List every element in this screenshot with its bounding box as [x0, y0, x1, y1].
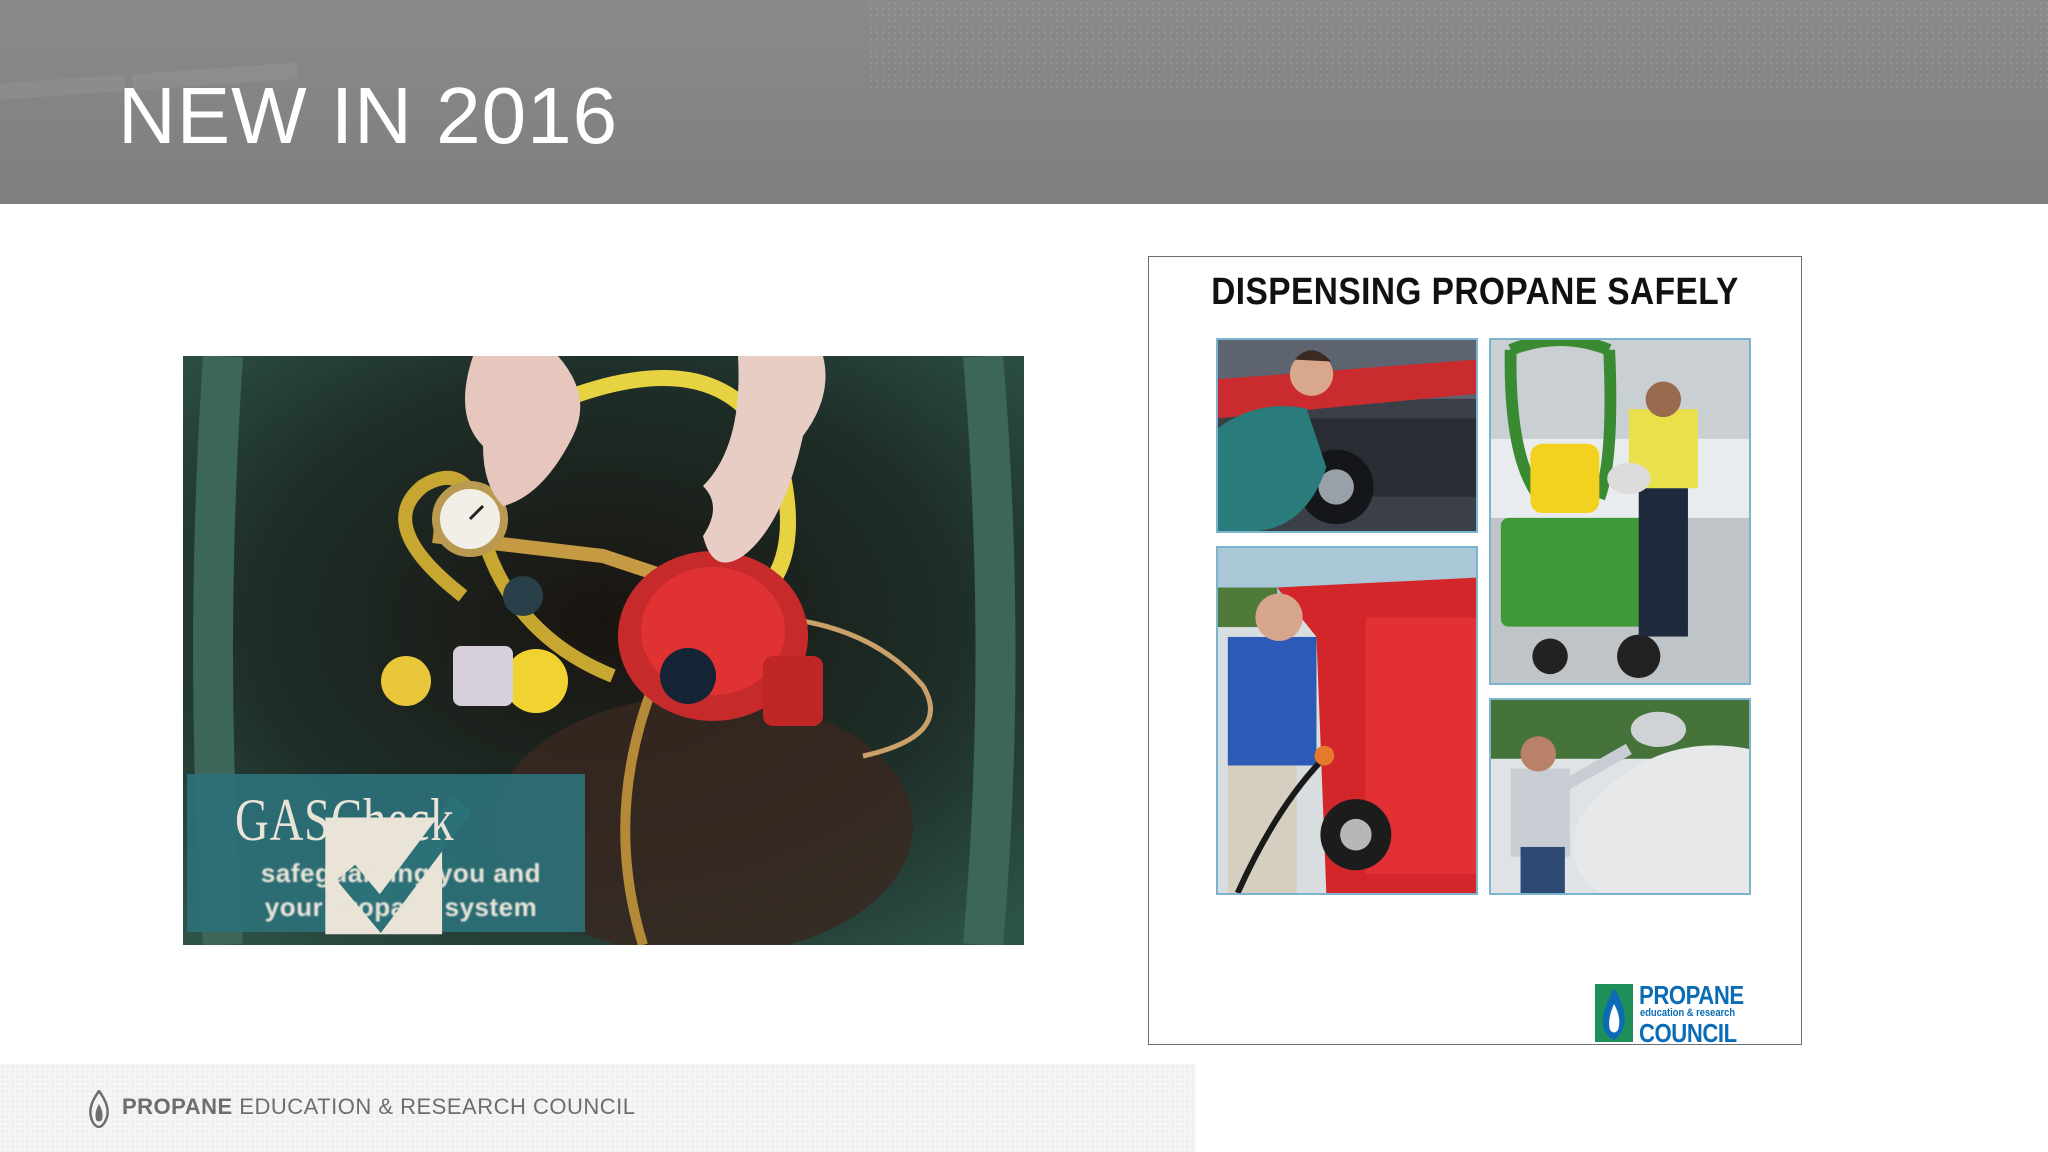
gascheck-overlay: GASCheck safeguarding you and your propa… [187, 774, 585, 935]
gascheck-tagline-line1: safeguarding you and [260, 858, 542, 888]
photo-cylinder-refuel [1489, 698, 1751, 895]
header-texture [868, 0, 2048, 92]
slide-title: NEW IN 2016 [118, 71, 619, 160]
gascheck-logo-text: GASCheck [235, 787, 455, 853]
brochure-cover: DISPENSING PROPANE SAFELY PROPANE educat… [1148, 256, 1802, 1048]
footer-org-name: PROPANE EDUCATION & RESEARCH COUNCIL [122, 1094, 636, 1120]
photo-pickup-refuel [1216, 546, 1478, 895]
photo-truck-refuel [1216, 338, 1478, 533]
slide-footer: PROPANE EDUCATION & RESEARCH COUNCIL [0, 1064, 1196, 1152]
footer-org-rest: EDUCATION & RESEARCH COUNCIL [239, 1094, 636, 1119]
brochure-title: DISPENSING PROPANE SAFELY [1211, 271, 1739, 313]
gascheck-tagline: safeguarding you and your propane system [251, 856, 551, 924]
logo-council-text: COUNCIL [1639, 1018, 1737, 1048]
propane-flame-logo-icon [1595, 984, 1633, 1042]
propane-flame-icon [89, 1090, 109, 1128]
gascheck-tagline-line2: your propane system [264, 892, 538, 922]
perc-logo: PROPANE education & research COUNCIL [1595, 980, 1755, 1048]
slide-header: ── NEW IN 2016 [0, 0, 2048, 204]
photo-mower-refuel [1489, 338, 1751, 685]
gascheck-photo: GASCheck safeguarding you and your propa… [183, 356, 1024, 945]
footer-org-bold: PROPANE [122, 1094, 233, 1119]
